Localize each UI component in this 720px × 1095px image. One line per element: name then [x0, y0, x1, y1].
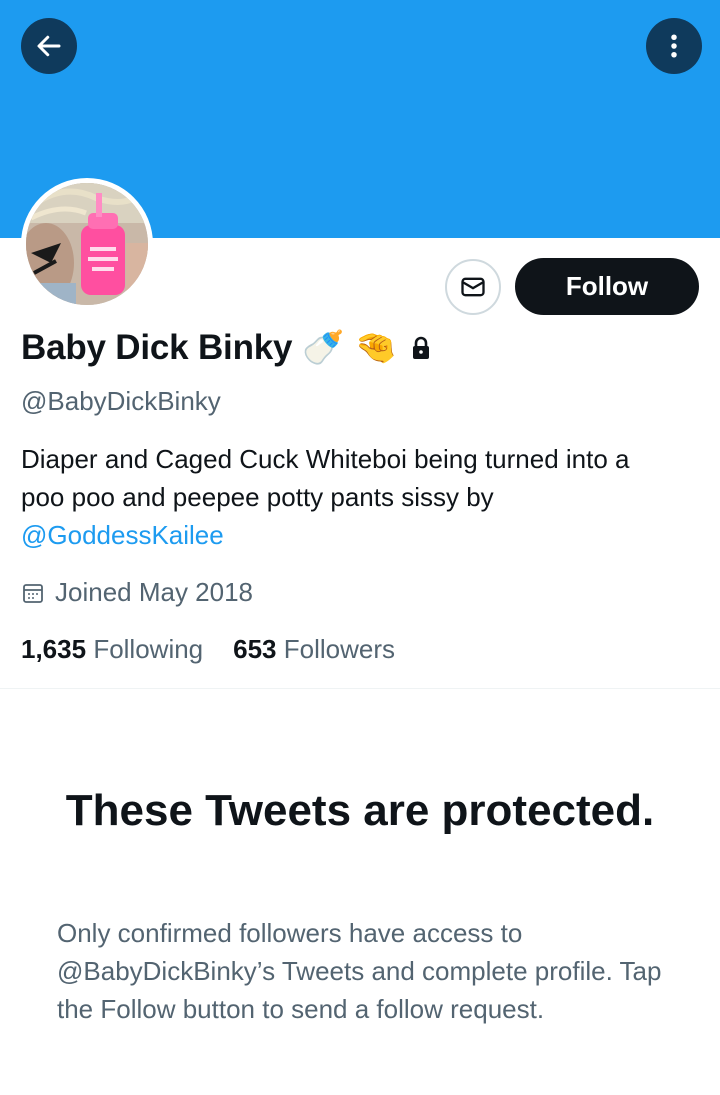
protected-description: Only confirmed followers have access to …: [57, 918, 662, 1024]
bio-mention-link[interactable]: @GoddessKailee: [21, 516, 671, 554]
display-name: Baby Dick Binky: [21, 328, 293, 367]
more-vertical-icon: [671, 34, 677, 58]
follow-stats: 1,635 Following 653 Followers: [21, 634, 395, 665]
followers-label: Followers: [283, 634, 396, 664]
following-label: Following: [93, 634, 204, 664]
lock-icon: [409, 335, 433, 361]
message-button[interactable]: [445, 259, 501, 315]
follow-button[interactable]: Follow: [515, 258, 699, 315]
name-row: Baby Dick Binky 🍼 🤏: [21, 328, 433, 368]
bio-text: Diaper and Caged Cuck Whiteboi being tur…: [21, 444, 630, 512]
joined-date: Joined May 2018: [21, 577, 253, 608]
envelope-icon: [461, 277, 485, 297]
divider: [0, 688, 720, 689]
user-handle: @BabyDickBinky: [21, 386, 221, 416]
followers-link[interactable]: 653 Followers: [233, 634, 395, 665]
pinching-hand-emoji: 🤏: [354, 329, 397, 367]
following-count: 1,635: [21, 634, 87, 664]
following-link[interactable]: 1,635 Following: [21, 634, 203, 665]
followers-count: 653: [233, 634, 277, 664]
protected-title: These Tweets are protected.: [65, 786, 655, 835]
calendar-icon: [23, 583, 43, 603]
more-options-button[interactable]: [646, 18, 702, 74]
back-button[interactable]: [21, 18, 77, 74]
avatar-image: [26, 183, 148, 305]
bio: Diaper and Caged Cuck Whiteboi being tur…: [21, 440, 671, 554]
joined-text: Joined May 2018: [55, 577, 254, 607]
baby-bottle-emoji: 🍼: [302, 329, 345, 367]
arrow-left-icon: [37, 35, 61, 57]
avatar[interactable]: [21, 178, 153, 310]
